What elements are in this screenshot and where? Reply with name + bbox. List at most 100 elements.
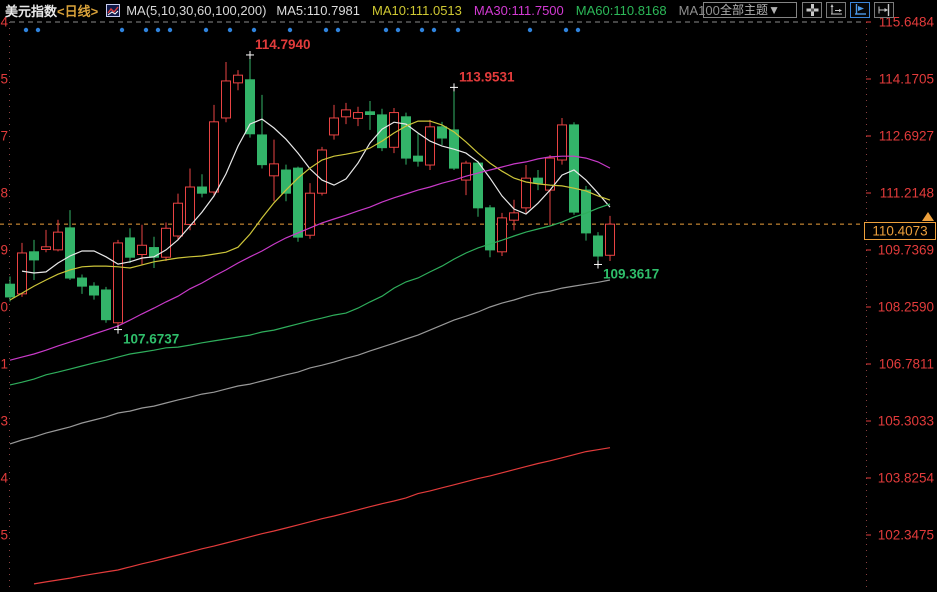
candle (126, 238, 135, 257)
candle (222, 81, 231, 118)
chevron-down-icon: ▼ (768, 3, 780, 17)
event-dot (24, 28, 28, 32)
event-dot (324, 28, 328, 32)
event-dot (120, 28, 124, 32)
y-axis-label-clipped: 9 (0, 243, 8, 258)
axis-shift-icon[interactable] (874, 2, 894, 18)
candle (258, 135, 267, 165)
period-label: <日线> (57, 1, 98, 20)
candle (186, 187, 195, 224)
y-axis-label-clipped: 5 (0, 72, 8, 87)
extreme-price-label: 113.9531 (459, 69, 515, 84)
y-axis-label: 111.2148 (880, 186, 934, 201)
y-axis-label: 106.7811 (879, 357, 934, 372)
y-axis-label: 114.1705 (879, 72, 934, 87)
theme-dropdown-label: 全部主题 (720, 3, 768, 17)
ma-indicator-value: MA30:111.7500 (474, 3, 564, 18)
event-dot (576, 28, 580, 32)
y-axis-label-clipped: 1 (0, 357, 8, 372)
candle (438, 127, 447, 138)
event-dot (456, 28, 460, 32)
event-dot (252, 28, 256, 32)
event-dot (228, 28, 232, 32)
ma-indicator-value: MA10:111.0513 (372, 3, 462, 18)
y-axis-label-clipped: 7 (0, 129, 8, 144)
candle (330, 118, 339, 135)
event-dot (144, 28, 148, 32)
y-axis-label: 109.7369 (878, 243, 934, 258)
y-axis-label: 108.2590 (878, 300, 934, 315)
axis-range-icon[interactable] (826, 2, 846, 18)
candle (534, 178, 543, 183)
candle (90, 286, 99, 295)
candle (246, 80, 255, 134)
price-up-arrow-icon (922, 212, 934, 221)
event-dot (156, 28, 160, 32)
candle (78, 278, 87, 286)
candle (42, 247, 51, 250)
candle (570, 125, 579, 212)
trading-chart-window: 107.6737114.7940113.9531109.3617115.6484… (0, 0, 937, 592)
y-axis-label-clipped: 8 (0, 186, 8, 201)
candle (102, 290, 111, 320)
event-dot (288, 28, 292, 32)
event-dot (36, 28, 40, 32)
candle (150, 248, 159, 258)
event-dot (420, 28, 424, 32)
extreme-price-label: 114.7940 (255, 37, 311, 52)
y-axis-label-clipped: 4 (0, 471, 8, 486)
candle (426, 127, 435, 165)
candle (594, 236, 603, 256)
candle (606, 224, 615, 255)
symbol-title: 美元指数 (5, 1, 57, 20)
event-dot (168, 28, 172, 32)
y-axis-label-clipped: 3 (0, 414, 8, 429)
candle (558, 125, 567, 160)
ma-indicator-values: MA5:110.7981MA10:111.0513MA30:111.7500MA… (276, 3, 731, 18)
event-dot (396, 28, 400, 32)
candle (342, 110, 351, 117)
candle (114, 243, 123, 323)
candle (390, 113, 399, 148)
ma-group-label: MA(5,10,30,60,100,200) (126, 3, 266, 18)
candle (366, 112, 375, 115)
candle (30, 252, 39, 260)
candle (138, 245, 147, 254)
candle (54, 232, 63, 250)
chart-header-bar: 美元指数 <日线> MA(5,10,30,60,100,200) MA5:110… (0, 0, 937, 20)
chart-toolbar (802, 2, 894, 18)
y-axis-label: 103.8254 (878, 471, 935, 486)
candle (510, 213, 519, 220)
y-axis-label: 105.3033 (878, 414, 934, 429)
candle (354, 113, 363, 119)
candle (6, 284, 15, 297)
event-dot (336, 28, 340, 32)
candle (474, 163, 483, 208)
event-dot (384, 28, 388, 32)
event-dot (528, 28, 532, 32)
candle (234, 75, 243, 83)
last-price-value: 110.4073 (872, 224, 927, 239)
candle (414, 156, 423, 161)
move-icon[interactable] (802, 2, 822, 18)
y-axis-label: 102.3475 (878, 528, 934, 543)
theme-dropdown[interactable]: 全部主题▼ (703, 2, 797, 18)
event-dot (564, 28, 568, 32)
mini-line-chart-icon[interactable] (106, 3, 120, 17)
candlestick-chart[interactable]: 107.6737114.7940113.9531109.3617115.6484… (0, 0, 937, 592)
axis-flag-icon[interactable] (850, 2, 870, 18)
y-axis-label-clipped: 5 (0, 528, 8, 543)
candle (18, 253, 27, 294)
event-dot (432, 28, 436, 32)
candle (498, 218, 507, 252)
candle (270, 164, 279, 176)
y-axis-label: 112.6927 (879, 129, 934, 144)
candle (162, 228, 171, 257)
event-dot (204, 28, 208, 32)
candle (318, 150, 327, 193)
ma-indicator-value: MA60:110.8168 (576, 3, 667, 18)
extreme-price-label: 109.3617 (603, 266, 659, 281)
ma200-line (34, 448, 610, 584)
y-axis-label-clipped: 0 (0, 300, 8, 315)
candle (198, 187, 207, 193)
